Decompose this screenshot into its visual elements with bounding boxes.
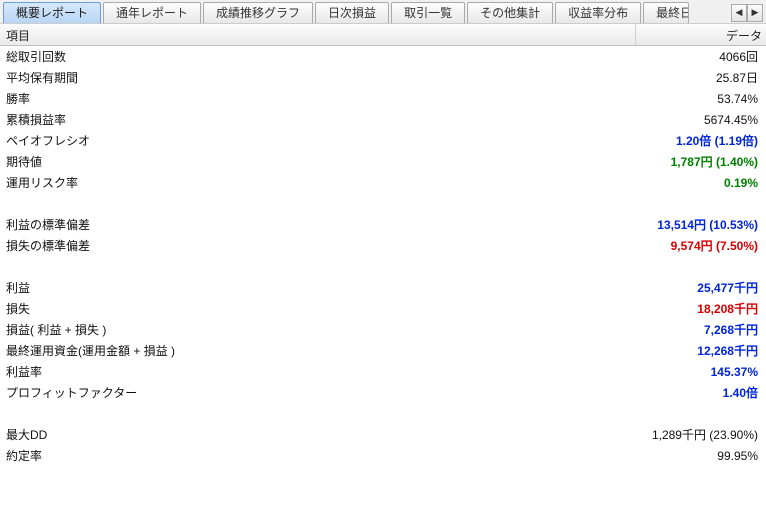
tab-scroll-right-button[interactable]: ▶: [747, 4, 763, 22]
report-grid: 項目 データ 総取引回数4066回平均保有期間25.87日勝率53.74%累積損…: [0, 24, 766, 466]
table-row[interactable]: 利益25,477千円: [0, 277, 766, 298]
table-row[interactable]: 損失の標準偏差9,574円 (7.50%): [0, 235, 766, 256]
table-row[interactable]: 総取引回数4066回: [0, 46, 766, 67]
table-row[interactable]: 損益( 利益 + 損失 )7,268千円: [0, 319, 766, 340]
row-value: 25.87日: [636, 69, 766, 86]
row-label: 利益の標準偏差: [0, 216, 636, 233]
row-value: 0.19%: [636, 176, 766, 190]
row-label: 利益: [0, 279, 636, 296]
table-row[interactable]: 運用リスク率0.19%: [0, 172, 766, 193]
row-value: 1.20倍 (1.19倍): [636, 132, 766, 149]
table-row[interactable]: ペイオフレシオ1.20倍 (1.19倍): [0, 130, 766, 151]
row-label: ペイオフレシオ: [0, 132, 636, 149]
grid-body: 総取引回数4066回平均保有期間25.87日勝率53.74%累積損益率5674.…: [0, 46, 766, 466]
row-label: 運用リスク率: [0, 174, 636, 191]
tab-4[interactable]: 取引一覧: [391, 2, 465, 23]
tab-0[interactable]: 概要レポート: [3, 2, 101, 23]
row-label: 累積損益率: [0, 111, 636, 128]
tab-7[interactable]: 最終日：: [643, 2, 689, 23]
row-value: 4066回: [636, 48, 766, 65]
table-row[interactable]: 勝率53.74%: [0, 88, 766, 109]
table-row[interactable]: 約定率99.95%: [0, 445, 766, 466]
row-label: 損失: [0, 300, 636, 317]
blank-row: [0, 256, 766, 277]
row-value: 13,514円 (10.53%): [636, 216, 766, 233]
tab-5[interactable]: その他集計: [467, 2, 553, 23]
row-value: 1,289千円 (23.90%): [636, 426, 766, 443]
row-label: 期待値: [0, 153, 636, 170]
row-label: 最終運用資金(運用金額 + 損益 ): [0, 342, 636, 359]
table-row[interactable]: 累積損益率5674.45%: [0, 109, 766, 130]
row-value: 1,787円 (1.40%): [636, 153, 766, 170]
row-label: 利益率: [0, 363, 636, 380]
table-row[interactable]: 損失18,208千円: [0, 298, 766, 319]
tab-scroll-left-button[interactable]: ◀: [731, 4, 747, 22]
column-header-item[interactable]: 項目: [0, 24, 636, 45]
table-row[interactable]: プロフィットファクター1.40倍: [0, 382, 766, 403]
row-label: 損失の標準偏差: [0, 237, 636, 254]
row-value: 12,268千円: [636, 342, 766, 359]
blank-row: [0, 403, 766, 424]
table-row[interactable]: 最大DD1,289千円 (23.90%): [0, 424, 766, 445]
table-row[interactable]: 利益の標準偏差13,514円 (10.53%): [0, 214, 766, 235]
row-label: 損益( 利益 + 損失 ): [0, 321, 636, 338]
row-value: 1.40倍: [636, 384, 766, 401]
table-row[interactable]: 最終運用資金(運用金額 + 損益 )12,268千円: [0, 340, 766, 361]
row-value: 18,208千円: [636, 300, 766, 317]
tab-1[interactable]: 通年レポート: [103, 2, 201, 23]
row-value: 7,268千円: [636, 321, 766, 338]
row-label: 平均保有期間: [0, 69, 636, 86]
tab-scroll-arrows: ◀ ▶: [731, 2, 763, 23]
row-value: 5674.45%: [636, 113, 766, 127]
table-row[interactable]: 利益率145.37%: [0, 361, 766, 382]
row-value: 25,477千円: [636, 279, 766, 296]
row-label: 約定率: [0, 447, 636, 464]
grid-header: 項目 データ: [0, 24, 766, 46]
row-label: 最大DD: [0, 426, 636, 443]
row-label: 総取引回数: [0, 48, 636, 65]
row-value: 53.74%: [636, 92, 766, 106]
column-header-data[interactable]: データ: [636, 24, 766, 45]
tab-2[interactable]: 成績推移グラフ: [203, 2, 313, 23]
table-row[interactable]: 平均保有期間25.87日: [0, 67, 766, 88]
tab-3[interactable]: 日次損益: [315, 2, 389, 23]
row-value: 145.37%: [636, 365, 766, 379]
tab-6[interactable]: 収益率分布: [555, 2, 641, 23]
row-value: 99.95%: [636, 449, 766, 463]
table-row[interactable]: 期待値1,787円 (1.40%): [0, 151, 766, 172]
tab-bar: 概要レポート通年レポート成績推移グラフ日次損益取引一覧その他集計収益率分布最終日…: [0, 0, 766, 24]
blank-row: [0, 193, 766, 214]
row-label: 勝率: [0, 90, 636, 107]
row-value: 9,574円 (7.50%): [636, 237, 766, 254]
row-label: プロフィットファクター: [0, 384, 636, 401]
